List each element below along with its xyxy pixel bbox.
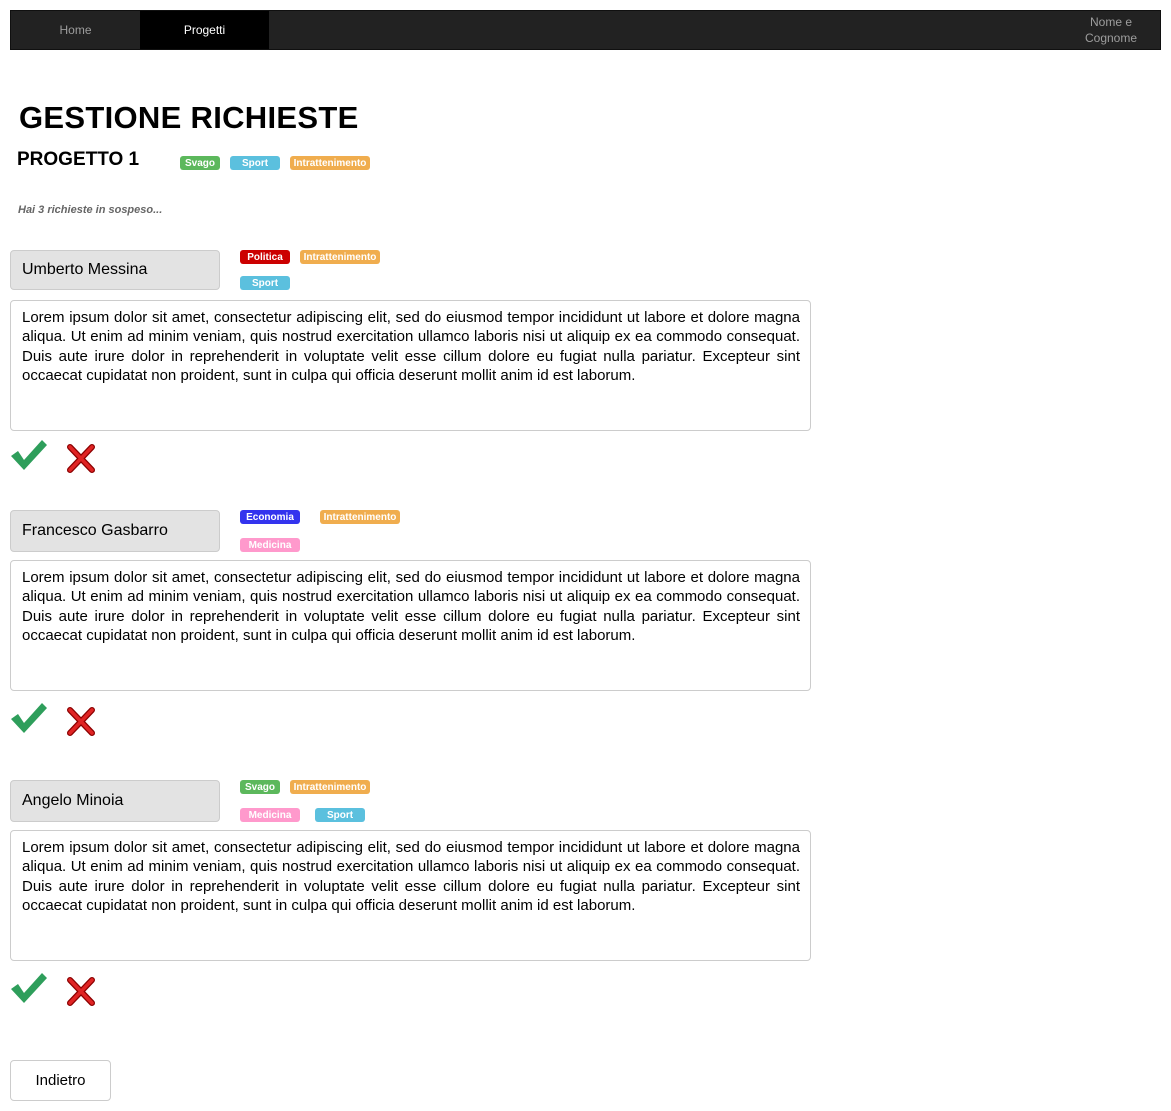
request-3-tag-medicina: Medicina xyxy=(240,808,300,822)
request-2-text: Lorem ipsum dolor sit amet, consectetur … xyxy=(10,560,811,691)
request-2-tag-intrattenimento: Intrattenimento xyxy=(320,510,400,524)
project-title: PROGETTO 1 xyxy=(17,149,140,170)
request-2-accept-checkmark-icon[interactable] xyxy=(10,701,48,735)
request-1-text: Lorem ipsum dolor sit amet, consectetur … xyxy=(10,300,811,431)
request-2-tag-medicina: Medicina xyxy=(240,538,300,552)
user-first-line: Nome e xyxy=(1089,15,1133,29)
request-3-name: Angelo Minoia xyxy=(10,780,220,822)
nav-user-menu[interactable]: Nome e Cognome xyxy=(1072,11,1150,49)
request-3-tag-svago: Svago xyxy=(240,780,280,794)
top-navbar: Home Progetti Nome e Cognome xyxy=(10,10,1161,50)
request-2-name: Francesco Gasbarro xyxy=(10,510,220,552)
project-tag-svago: Svago xyxy=(180,156,220,170)
nav-home-link[interactable]: Home xyxy=(11,11,140,49)
back-button[interactable]: Indietro xyxy=(10,1060,111,1101)
request-3-reject-close-icon[interactable] xyxy=(66,977,96,1006)
request-1-reject-close-icon[interactable] xyxy=(66,444,96,473)
project-tag-sport: Sport xyxy=(230,156,280,170)
pending-requests-text: Hai 3 richieste in sospeso... xyxy=(18,204,163,216)
user-second-line: Cognome xyxy=(1084,31,1138,45)
request-2-reject-close-icon[interactable] xyxy=(66,707,96,736)
request-3-tag-intrattenimento: Intrattenimento xyxy=(290,780,370,794)
request-1-tag-politica: Politica xyxy=(240,250,290,264)
request-1-tag-sport: Sport xyxy=(240,276,290,290)
request-3-tag-sport: Sport xyxy=(315,808,365,822)
request-3-text: Lorem ipsum dolor sit amet, consectetur … xyxy=(10,830,811,961)
request-2-tag-economia: Economia xyxy=(240,510,300,524)
nav-projects-link[interactable]: Progetti xyxy=(140,11,269,49)
user-name-label: Nome e Cognome xyxy=(1085,14,1137,46)
request-1-name: Umberto Messina xyxy=(10,250,220,290)
request-3-accept-checkmark-icon[interactable] xyxy=(10,971,48,1005)
request-1-tag-intrattenimento: Intrattenimento xyxy=(300,250,380,264)
project-tag-intrattenimento: Intrattenimento xyxy=(290,156,370,170)
page-title: GESTIONE RICHIESTE xyxy=(19,100,359,135)
request-1-accept-checkmark-icon[interactable] xyxy=(10,438,48,472)
